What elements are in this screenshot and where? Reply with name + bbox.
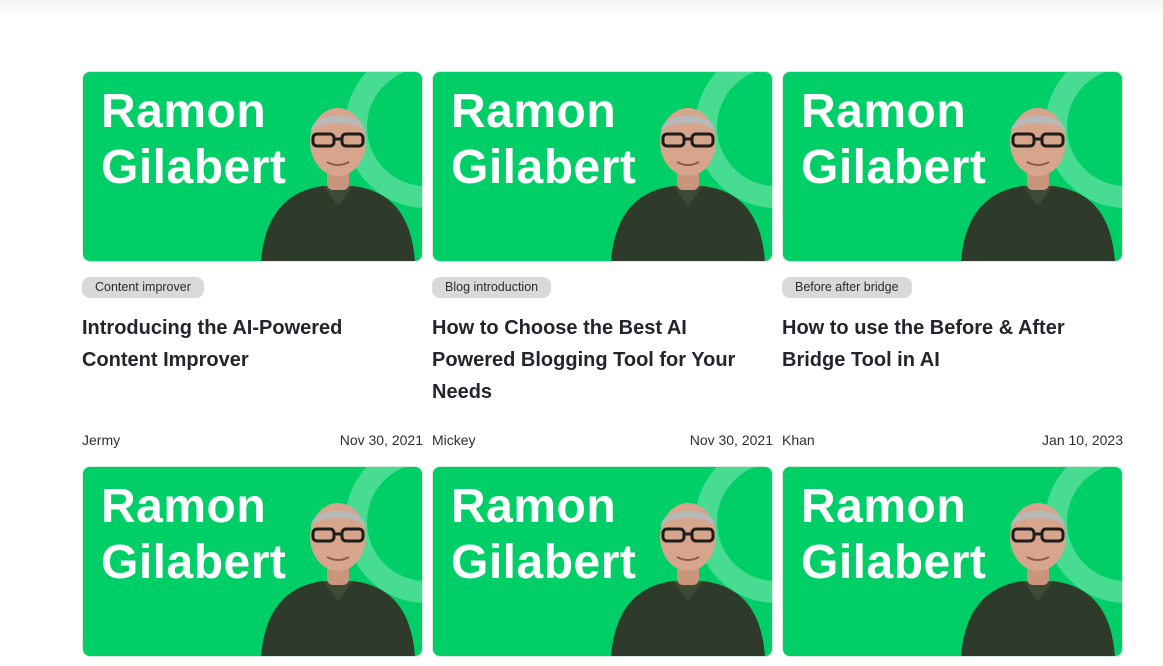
post-thumbnail[interactable]: Ramon Gilabert (432, 466, 773, 657)
post-title[interactable]: How to Choose the Best AI Powered Bloggi… (432, 312, 773, 408)
post-title[interactable]: Introducing the AI-Powered Content Impro… (82, 312, 423, 376)
post-thumbnail[interactable]: Ramon Gilabert (432, 71, 773, 262)
post-meta: Jermy Nov 30, 2021 (82, 432, 423, 448)
person-portrait-image (961, 108, 1115, 261)
category-tag[interactable]: Blog introduction (432, 277, 552, 298)
post-card[interactable]: Ramon Gilabert Content improver Introduc… (82, 71, 423, 466)
post-title[interactable]: How to use the Before & After Bridge Too… (782, 312, 1123, 376)
category-tag[interactable]: Content improver (82, 277, 204, 298)
post-thumbnail[interactable]: Ramon Gilabert (82, 71, 423, 262)
post-author: Khan (782, 432, 815, 448)
post-card[interactable]: Ramon Gilabert (432, 466, 773, 666)
person-portrait-image (611, 503, 765, 656)
person-portrait-image (261, 108, 415, 261)
person-portrait-image (261, 503, 415, 656)
post-date: Jan 10, 2023 (1042, 432, 1123, 448)
post-date: Nov 30, 2021 (689, 432, 773, 448)
post-card[interactable]: Ramon Gilabert (782, 466, 1123, 666)
post-author: Mickey (432, 432, 476, 448)
post-author: Jermy (82, 432, 121, 448)
post-meta: Khan Jan 10, 2023 (782, 432, 1123, 448)
blog-post-grid: Ramon Gilabert Content improver Introduc… (82, 71, 1123, 666)
post-meta: Mickey Nov 30, 2021 (432, 432, 773, 448)
post-thumbnail[interactable]: Ramon Gilabert (82, 466, 423, 657)
post-card[interactable]: Ramon Gilabert Blog introduction How to … (432, 71, 773, 466)
post-thumbnail[interactable]: Ramon Gilabert (782, 71, 1123, 262)
top-bar-shadow (0, 0, 1163, 18)
category-tag[interactable]: Before after bridge (782, 277, 912, 298)
person-portrait-image (961, 503, 1115, 656)
post-thumbnail[interactable]: Ramon Gilabert (782, 466, 1123, 657)
person-portrait-image (611, 108, 765, 261)
post-card[interactable]: Ramon Gilabert (82, 466, 423, 666)
post-date: Nov 30, 2021 (339, 432, 423, 448)
post-card[interactable]: Ramon Gilabert Before after bridge How t… (782, 71, 1123, 466)
